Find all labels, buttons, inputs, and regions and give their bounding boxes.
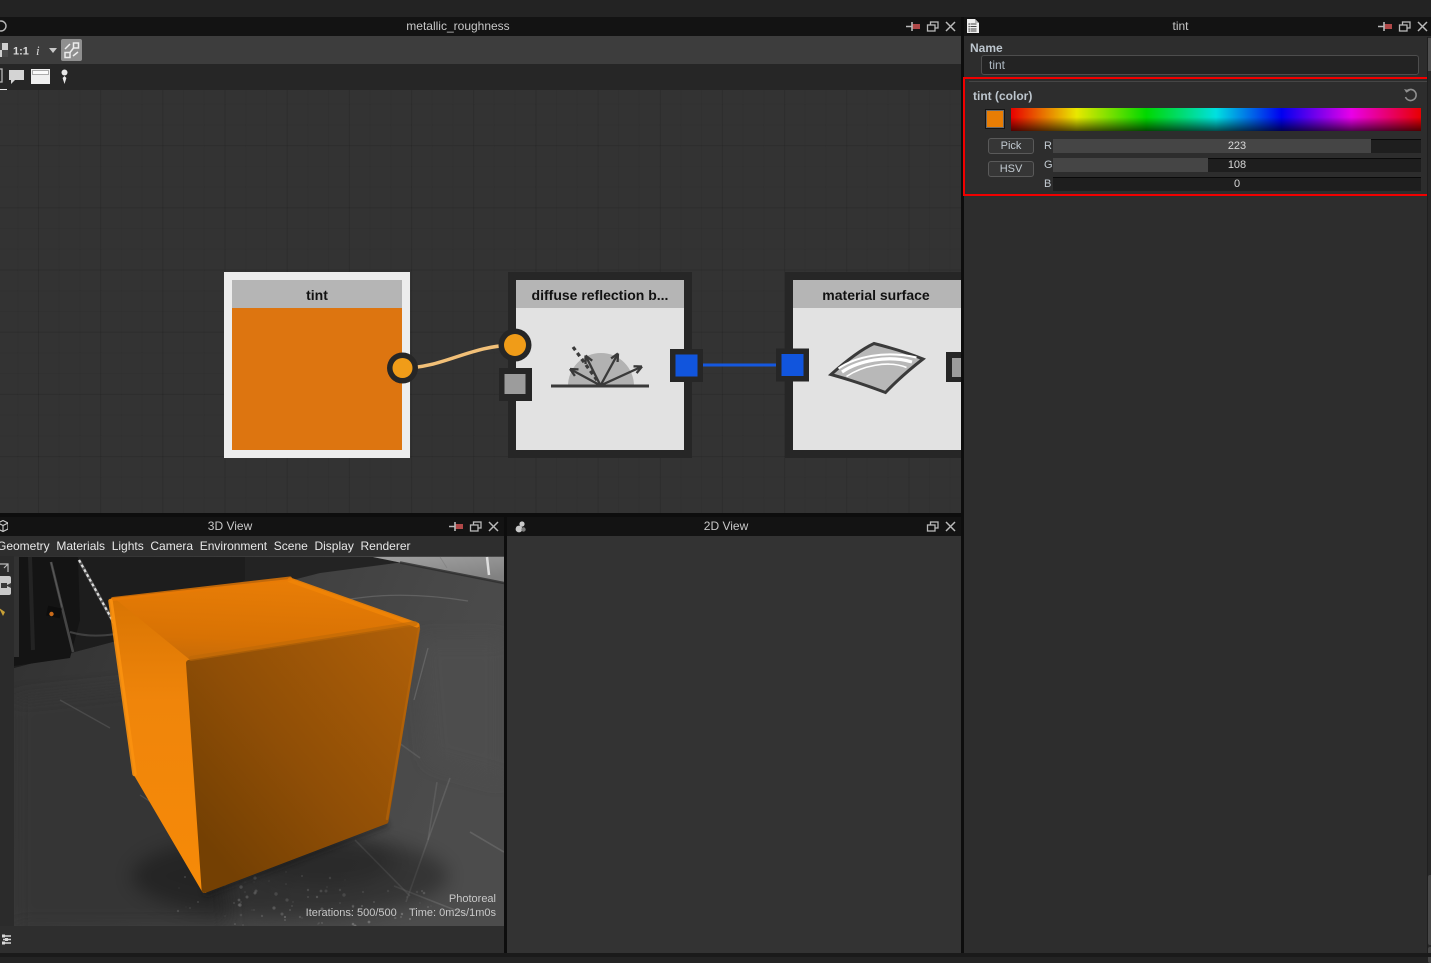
svg-text:i: i	[36, 43, 40, 58]
svg-text:material surface: material surface	[822, 287, 930, 303]
svg-text:diffuse reflection b...: diffuse reflection b...	[532, 287, 669, 303]
svg-text:1:1: 1:1	[13, 46, 29, 58]
svg-text:tint: tint	[306, 287, 328, 303]
